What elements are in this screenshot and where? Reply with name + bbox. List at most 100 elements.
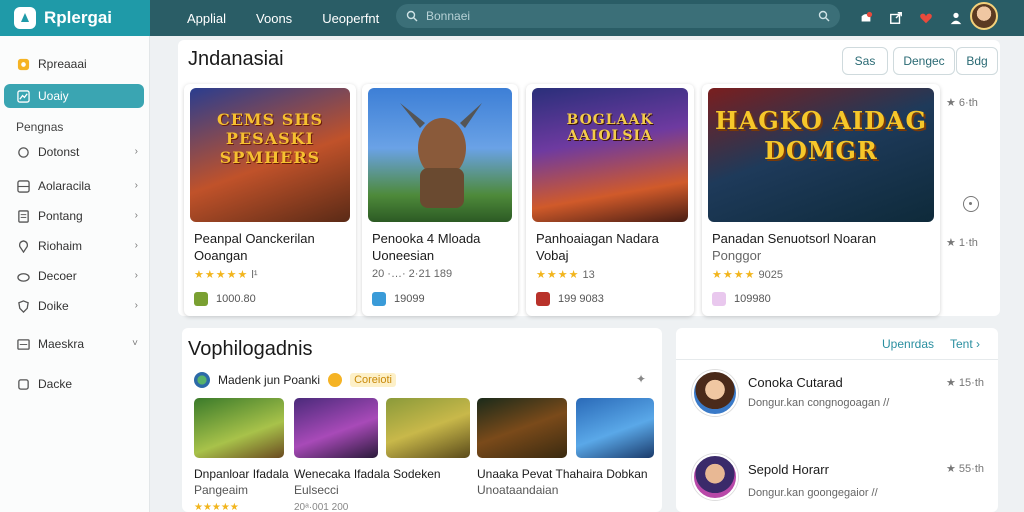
tab-dengec[interactable]: Dengec	[893, 47, 955, 75]
sidebar-item-label: Rpreaaai	[38, 57, 87, 71]
game-thumbnail[interactable]	[576, 398, 654, 458]
game-mini-icon	[712, 292, 726, 306]
more-options-icon[interactable]	[963, 196, 979, 212]
friend-status: Dongur.kan goongegaior //	[748, 487, 878, 499]
sidebar-item-maeskra[interactable]: Maeskra ˅	[4, 332, 144, 356]
sidebar-item-label: Decoer	[38, 269, 77, 283]
app-name: Rplergai	[44, 8, 113, 27]
chevron-right-icon: ›	[134, 210, 138, 221]
updates-link[interactable]: Upenrdas	[882, 337, 934, 351]
chart-icon	[16, 89, 30, 103]
sidebar-item-label: Aolaracila	[38, 179, 91, 193]
game-title: Penooka 4 Mloada Uoneesian	[372, 231, 481, 263]
game-art: BOGLAAK AAIOLSIA	[532, 88, 688, 222]
sidebar-item-doike[interactable]: Doike ›	[4, 294, 144, 318]
warrior-illustration	[400, 103, 482, 208]
friend-avatar[interactable]	[692, 454, 738, 500]
tab-bdg[interactable]: Bdg	[956, 47, 998, 75]
sidebar-item-dotonst[interactable]: Dotonst ›	[4, 140, 144, 164]
game-title: Panadan Senuotsorl Noaran Ponggor	[712, 231, 877, 263]
notification-icon[interactable]	[858, 10, 874, 26]
tent-link[interactable]: Tent ›	[950, 337, 980, 351]
chat-icon	[16, 145, 30, 159]
sidebar-item-label: Maeskra	[38, 337, 85, 351]
chevron-right-icon: ›	[134, 180, 138, 191]
pin-icon[interactable]: ✦	[636, 372, 646, 386]
avatar[interactable]	[970, 2, 998, 30]
sidebar-item-label: Dotonst	[38, 145, 80, 159]
sidebar-item-pontang[interactable]: Pontang ›	[4, 204, 144, 228]
heart-icon[interactable]	[918, 10, 934, 26]
brand[interactable]: Rplergai	[0, 0, 150, 36]
recommend-game-title: Wenecaka Ifadala Sodeken Eulsecci 20ᵃ·001 …	[294, 467, 441, 512]
sidebar-item-aolaracila[interactable]: Aolaracila ›	[4, 174, 144, 198]
sidebar-item-dacke[interactable]: Dacke	[4, 372, 144, 396]
game-logo-text: HAGKO AIDAG DOMGR	[714, 106, 928, 165]
game-thumbnail[interactable]	[477, 398, 567, 458]
nav-item-applial[interactable]: Applial	[187, 11, 226, 26]
game-rating: ★★★★ 9025	[712, 269, 783, 281]
game-card[interactable]: HAGKO AIDAG DOMGR Panadan Senuotsorl Noa…	[702, 84, 940, 316]
sidebar-item-riohaim[interactable]: Riohaim ›	[4, 234, 144, 258]
star-badge-icon	[16, 57, 30, 71]
sidebar-item-label: Dacke	[38, 377, 73, 391]
friend-rank: ★ 15·th	[946, 377, 984, 389]
sidebar-item-rpreaaai[interactable]: Rpreaaai	[4, 52, 144, 76]
featured-title: Jndanasiai	[188, 48, 284, 70]
recommend-title: Vophilogadnis	[188, 338, 313, 360]
document-icon	[16, 209, 30, 223]
recommend-sub-label: Madenk jun Poanki	[218, 373, 321, 387]
top-bar: Rplergai Applial Voons Ueoperfnt	[0, 0, 1024, 36]
rank-label: ★ 1·th	[946, 237, 978, 249]
globe-icon	[194, 372, 210, 388]
game-logo-text: BOGLAAK AAIOLSIA	[566, 112, 654, 144]
game-meta: 199 9083	[536, 292, 604, 306]
game-thumbnail[interactable]	[194, 398, 284, 458]
rank-label: ★ 6·th	[946, 97, 978, 109]
game-card[interactable]: BOGLAAK AAIOLSIA Panhoaiagan Nadara Vobaj…	[526, 84, 694, 316]
game-art: CEMS SHS PESASKI SPMHERS	[190, 88, 350, 222]
chevron-right-icon: ›	[134, 270, 138, 281]
top-icons	[858, 0, 964, 36]
grid-icon	[16, 179, 30, 193]
game-art: HAGKO AIDAG DOMGR	[708, 88, 934, 222]
tab-sas[interactable]: Sas	[842, 47, 888, 75]
game-meta: 1000.80	[194, 292, 256, 306]
game-meta: 19099	[372, 292, 425, 306]
search-input[interactable]	[426, 9, 810, 23]
chevron-right-icon: ›	[134, 300, 138, 311]
location-icon	[16, 239, 30, 253]
game-rating: ★★★★ 13	[536, 269, 595, 281]
game-mini-icon	[194, 292, 208, 306]
nav-item-voons[interactable]: Voons	[256, 11, 292, 26]
game-logo-text: CEMS SHS PESASKI SPMHERS	[217, 110, 323, 167]
game-thumbnail[interactable]	[294, 398, 378, 458]
friend-rank: ★ 55·th	[946, 463, 984, 475]
sidebar-item-label: Uoaiy	[38, 89, 69, 103]
search-submit-icon[interactable]	[818, 10, 830, 22]
recommend-game-title: Unaaka Pevat Thahaira Dobkan Unoataandaia…	[477, 467, 648, 497]
game-title: Peanpal Oanckerilan Ooangan	[194, 231, 315, 263]
chevron-down-icon: ˅	[132, 338, 138, 349]
game-card[interactable]: Penooka 4 Mloada Uoneesian 20 ·…· 2·21 18…	[362, 84, 518, 316]
friend-status: Dongur.kan congnogoagan //	[748, 397, 890, 409]
game-rating: 20 ·…· 2·21 189	[372, 268, 453, 280]
game-card[interactable]: CEMS SHS PESASKI SPMHERS Peanpal Oancker…	[184, 84, 356, 316]
sidebar-item-decoer[interactable]: Decoer ›	[4, 264, 144, 288]
sidebar-item-label: Riohaim	[38, 239, 83, 253]
game-thumbnail[interactable]	[386, 398, 470, 458]
nav-item-ueoperfnt[interactable]: Ueoperfnt	[322, 11, 379, 26]
chevron-right-icon: ›	[134, 240, 138, 251]
friend-avatar[interactable]	[692, 370, 738, 416]
recommend-game-title: Dnpanloar Ifadala Pangeaim ★★★★★	[194, 467, 289, 512]
category-pill[interactable]: Coreioti	[350, 373, 396, 387]
sidebar-item-uoaiy[interactable]: Uoaiy	[4, 84, 144, 108]
shield-icon	[16, 299, 30, 313]
share-icon[interactable]	[888, 10, 904, 26]
square-icon	[16, 377, 30, 391]
user-icon[interactable]	[948, 10, 964, 26]
sidebar-item-label: Pontang	[38, 209, 83, 223]
friend-name: Conoka Cutarad	[748, 375, 843, 390]
sidebar-section-label: Pengnas	[16, 120, 64, 134]
coin-icon	[328, 373, 343, 387]
